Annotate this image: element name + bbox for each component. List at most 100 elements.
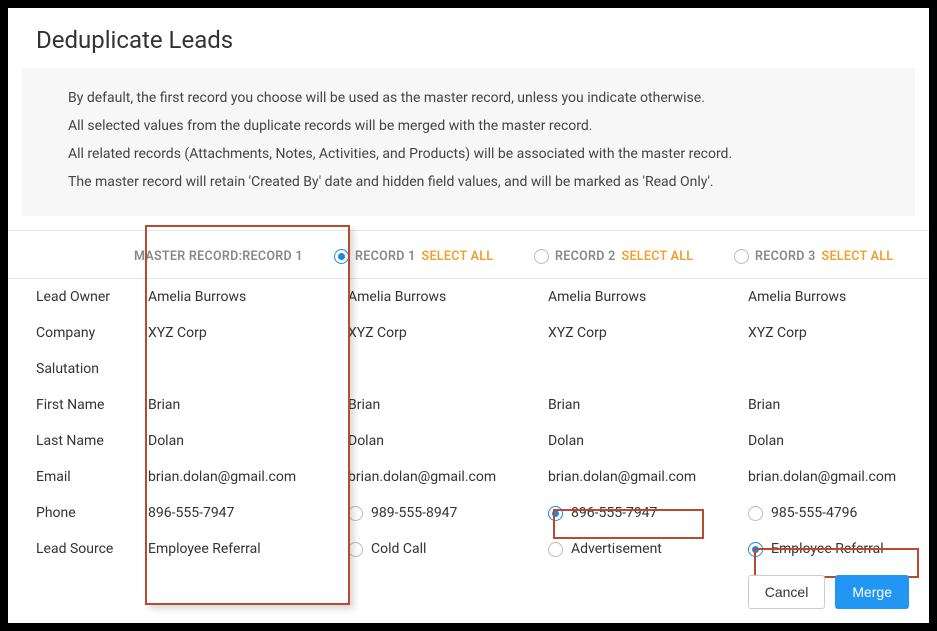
record-value-text: Amelia Burrows — [548, 289, 646, 305]
record-value-text: 985-555-4796 — [771, 505, 857, 521]
record-value-text: XYZ Corp — [548, 325, 607, 341]
radio-icon[interactable] — [548, 506, 563, 521]
record-value-text: 989-555-8947 — [371, 505, 457, 521]
field-label: First Name — [22, 387, 140, 423]
radio-icon[interactable] — [334, 249, 349, 264]
field-label: Lead Source — [22, 531, 140, 567]
record-value: brian.dolan@gmail.com — [340, 459, 540, 495]
record3-header[interactable]: RECORD 3 SELECT ALL — [726, 249, 926, 264]
record-value: Amelia Burrows — [740, 279, 929, 315]
dedupe-window: Deduplicate Leads By default, the first … — [8, 8, 929, 623]
info-line: All related records (Attachments, Notes,… — [68, 140, 869, 168]
radio-icon[interactable] — [748, 506, 763, 521]
radio-icon[interactable] — [534, 249, 549, 264]
master-value: brian.dolan@gmail.com — [140, 459, 340, 495]
record-value-text: Brian — [548, 397, 580, 413]
record-value-text: XYZ Corp — [748, 325, 807, 341]
radio-icon[interactable] — [348, 542, 363, 557]
record-value: Amelia Burrows — [340, 279, 540, 315]
record-value-text: brian.dolan@gmail.com — [548, 469, 696, 485]
field-label: Salutation — [22, 351, 140, 387]
radio-icon[interactable] — [348, 506, 363, 521]
table-row: Phone896-555-7947989-555-8947896-555-794… — [8, 495, 929, 531]
record1-header[interactable]: RECORD 1 SELECT ALL — [326, 249, 526, 264]
record-value: Dolan — [740, 423, 929, 459]
info-line: By default, the first record you choose … — [68, 84, 869, 112]
table-row: Lead OwnerAmelia BurrowsAmelia BurrowsAm… — [8, 279, 929, 315]
record-value[interactable]: 896-555-7947 — [540, 495, 740, 531]
record-value-text: Cold Call — [371, 541, 426, 557]
record-value: XYZ Corp — [740, 315, 929, 351]
table-body: Lead OwnerAmelia BurrowsAmelia BurrowsAm… — [8, 279, 929, 567]
radio-icon[interactable] — [734, 249, 749, 264]
record-value[interactable]: Advertisement — [540, 531, 740, 567]
record-value — [740, 359, 929, 379]
record-value: XYZ Corp — [540, 315, 740, 351]
master-value — [140, 359, 340, 379]
record-value-text: Brian — [748, 397, 780, 413]
record-value — [340, 359, 540, 379]
radio-icon[interactable] — [548, 542, 563, 557]
record-value-text: XYZ Corp — [348, 325, 407, 341]
info-box: By default, the first record you choose … — [22, 68, 915, 216]
table-row: Lead SourceEmployee ReferralCold CallAdv… — [8, 531, 929, 567]
record-value-text: Amelia Burrows — [348, 289, 446, 305]
footer-actions: Cancel Merge — [748, 575, 909, 609]
record2-label: RECORD 2 — [555, 249, 616, 264]
record-value: brian.dolan@gmail.com — [740, 459, 929, 495]
record3-label: RECORD 3 — [755, 249, 816, 264]
record-value-text: 896-555-7947 — [571, 505, 657, 521]
record1-label: RECORD 1 — [355, 249, 416, 264]
table-row: Emailbrian.dolan@gmail.combrian.dolan@gm… — [8, 459, 929, 495]
master-value: XYZ Corp — [140, 315, 340, 351]
record-value: Dolan — [340, 423, 540, 459]
record-value — [540, 359, 740, 379]
table-row: First NameBrianBrianBrianBrian — [8, 387, 929, 423]
record2-header[interactable]: RECORD 2 SELECT ALL — [526, 249, 726, 264]
page-title: Deduplicate Leads — [8, 8, 929, 68]
master-value: 896-555-7947 — [140, 495, 340, 531]
info-line: All selected values from the duplicate r… — [68, 112, 869, 140]
record-value: Brian — [340, 387, 540, 423]
field-label: Last Name — [22, 423, 140, 459]
record-value[interactable]: 985-555-4796 — [740, 495, 929, 531]
radio-icon[interactable] — [748, 542, 763, 557]
select-all-link[interactable]: SELECT ALL — [822, 249, 894, 264]
field-label: Phone — [22, 495, 140, 531]
master-value: Employee Referral — [140, 531, 340, 567]
record-value[interactable]: Cold Call — [340, 531, 540, 567]
field-label: Company — [22, 315, 140, 351]
master-value: Brian — [140, 387, 340, 423]
record-value: XYZ Corp — [340, 315, 540, 351]
field-label: Email — [22, 459, 140, 495]
table-row: Last NameDolanDolanDolanDolan — [8, 423, 929, 459]
merge-button[interactable]: Merge — [835, 575, 909, 609]
record-value-text: Dolan — [348, 433, 384, 449]
table-header: MASTER RECORD:RECORD 1 RECORD 1 SELECT A… — [8, 231, 929, 279]
record-value: Brian — [740, 387, 929, 423]
record-value: Amelia Burrows — [540, 279, 740, 315]
select-all-link[interactable]: SELECT ALL — [422, 249, 494, 264]
record-value-text: Employee Referral — [771, 541, 884, 557]
record-value-text: Brian — [348, 397, 380, 413]
master-header: MASTER RECORD:RECORD 1 — [126, 249, 326, 264]
table-row: CompanyXYZ CorpXYZ CorpXYZ CorpXYZ Corp — [8, 315, 929, 351]
record-value[interactable]: 989-555-8947 — [340, 495, 540, 531]
table-row: Salutation — [8, 351, 929, 387]
record-value: Brian — [540, 387, 740, 423]
field-label: Lead Owner — [22, 279, 140, 315]
cancel-button[interactable]: Cancel — [748, 575, 826, 609]
record-value-text: Advertisement — [571, 541, 662, 557]
record-value: brian.dolan@gmail.com — [540, 459, 740, 495]
master-value: Dolan — [140, 423, 340, 459]
record-value-text: Dolan — [548, 433, 584, 449]
record-value-text: Amelia Burrows — [748, 289, 846, 305]
record-value-text: brian.dolan@gmail.com — [748, 469, 896, 485]
record-value[interactable]: Employee Referral — [740, 531, 929, 567]
record-value-text: brian.dolan@gmail.com — [348, 469, 496, 485]
master-value: Amelia Burrows — [140, 279, 340, 315]
select-all-link[interactable]: SELECT ALL — [622, 249, 694, 264]
record-value-text: Dolan — [748, 433, 784, 449]
record-value: Dolan — [540, 423, 740, 459]
info-line: The master record will retain 'Created B… — [68, 168, 869, 196]
